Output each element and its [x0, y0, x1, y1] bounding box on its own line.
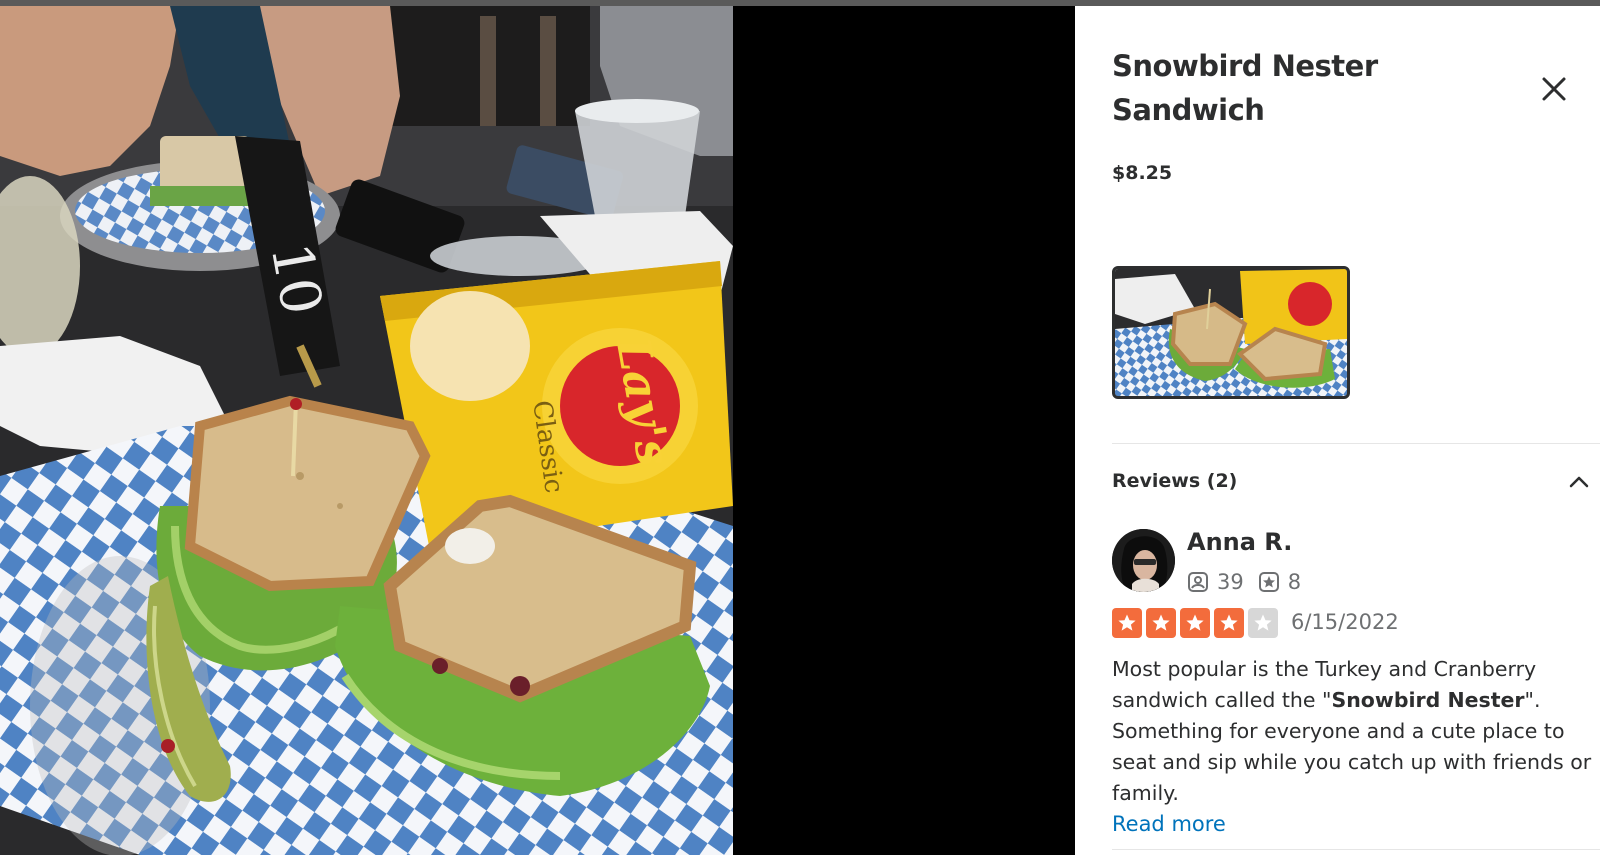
photo-viewer[interactable]: 10 Lay's Classic — [0, 6, 1075, 855]
table-number: 10 — [258, 238, 334, 319]
star-icon — [1146, 608, 1176, 638]
review-count-icon — [1188, 572, 1208, 592]
star-icon — [1112, 608, 1142, 638]
review-text-highlight: Snowbird Nester — [1331, 688, 1525, 712]
star-icon — [1214, 608, 1244, 638]
reviews-section-toggle[interactable]: Reviews (2) — [1112, 462, 1600, 502]
avatar[interactable] — [1112, 529, 1175, 592]
review-count: 39 — [1217, 570, 1244, 594]
star-icon — [1180, 608, 1210, 638]
main-photo[interactable]: 10 Lay's Classic — [0, 6, 733, 855]
item-price: $8.25 — [1112, 162, 1173, 184]
star-rating — [1112, 608, 1282, 638]
review-date: 6/15/2022 — [1291, 610, 1399, 634]
section-divider — [1112, 443, 1600, 444]
item-detail-panel: Snowbird Nester Sandwich $8.25 Reviews (… — [1075, 6, 1600, 855]
reviewer-name[interactable]: Anna R. — [1187, 528, 1292, 556]
reviewer-stats: 39 8 — [1187, 569, 1315, 595]
close-icon — [1542, 77, 1566, 101]
photo-thumbnail[interactable] — [1112, 266, 1350, 399]
read-more-link[interactable]: Read more — [1112, 812, 1226, 836]
item-title-line1: Snowbird Nester — [1112, 49, 1378, 83]
photo-count-icon — [1258, 572, 1279, 592]
reviews-title: Reviews (2) — [1112, 470, 1238, 492]
photo-count: 8 — [1287, 570, 1302, 594]
close-button[interactable] — [1535, 70, 1573, 108]
section-divider-bottom — [1112, 849, 1600, 850]
item-title: Snowbird Nester Sandwich — [1112, 44, 1452, 132]
item-title-line2: Sandwich — [1112, 93, 1265, 127]
chevron-up-icon — [1569, 476, 1589, 488]
star-icon — [1248, 608, 1278, 638]
review-text: Most popular is the Turkey and Cranberry… — [1112, 654, 1592, 809]
